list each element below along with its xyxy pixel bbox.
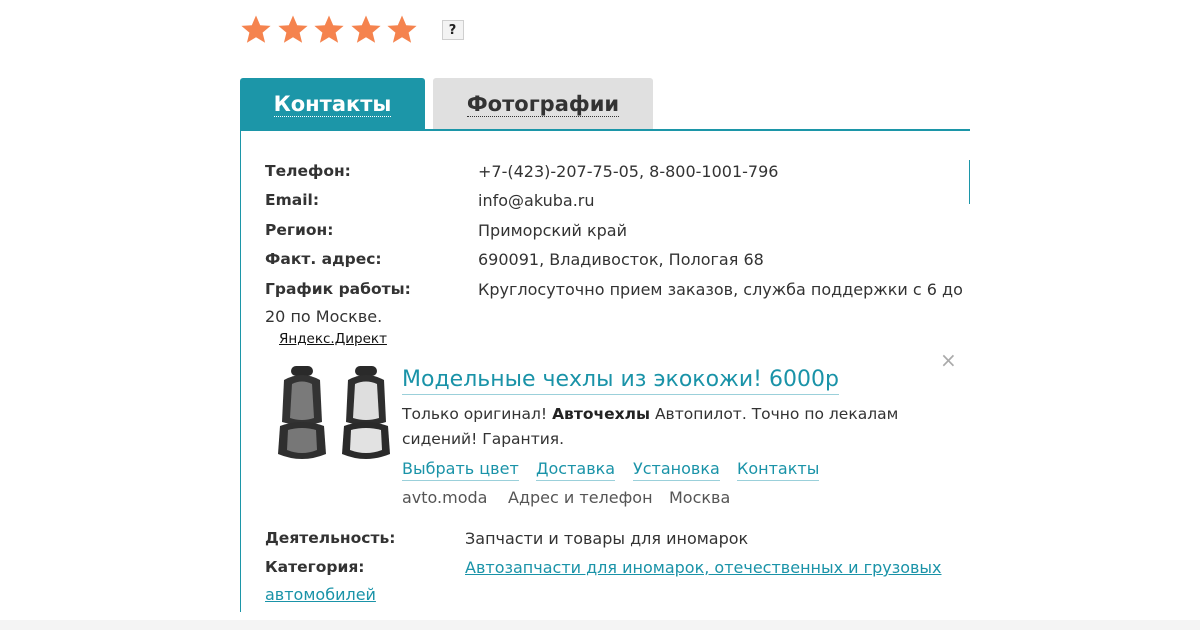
ad-title-link[interactable]: Модельные чехлы из экокожи! 6000р	[402, 366, 839, 395]
ad-desc-bold: Авточехлы	[552, 405, 651, 423]
email-label: Email:	[265, 191, 320, 209]
rating-help-button[interactable]: ?	[441, 20, 464, 40]
panel-right-border	[969, 160, 970, 204]
star-icon[interactable]	[313, 14, 345, 46]
activity-label: Деятельность:	[265, 529, 396, 547]
star-icon[interactable]	[386, 14, 418, 46]
schedule-value: Круглосуточно прием заказов, служба подд…	[478, 280, 963, 299]
region-label: Регион:	[265, 221, 334, 239]
car-seat-dark-image[interactable]	[276, 366, 328, 464]
ad-description: Только оригинал! Авточехлы Автопилот. То…	[402, 402, 942, 452]
rating-stars[interactable]: ?	[240, 12, 464, 48]
tab-contacts[interactable]: Контакты	[240, 78, 425, 130]
ad-link-installation[interactable]: Установка	[633, 458, 720, 481]
ad-city: Москва	[669, 488, 731, 507]
tab-photos[interactable]: Фотографии	[433, 78, 653, 130]
ad-address-phone[interactable]: Адрес и телефон	[508, 487, 653, 509]
star-icon[interactable]	[350, 14, 382, 46]
star-icon[interactable]	[277, 14, 309, 46]
car-seat-light-image[interactable]	[340, 366, 392, 464]
schedule-label: График работы:	[265, 280, 411, 298]
ad-link-choose-color[interactable]: Выбрать цвет	[402, 458, 519, 481]
close-icon[interactable]: ×	[940, 350, 957, 370]
address-label: Факт. адрес:	[265, 250, 382, 268]
ad-domain[interactable]: avto.moda	[402, 487, 487, 509]
category-link-continued[interactable]: автомобилей	[265, 585, 376, 604]
tab-underline	[240, 129, 970, 131]
star-icon[interactable]	[240, 14, 272, 46]
phone-label: Телефон:	[265, 162, 351, 180]
page-bottom-strip	[0, 620, 1200, 630]
tab-contacts-label: Контакты	[273, 91, 392, 117]
address-value: 690091, Владивосток, Пологая 68	[478, 250, 764, 269]
email-value[interactable]: info@akuba.ru	[478, 191, 595, 210]
region-value: Приморский край	[478, 221, 627, 240]
ad-desc-part: Только оригинал!	[402, 405, 553, 423]
tab-photos-label: Фотографии	[466, 91, 620, 117]
panel-left-border	[240, 130, 241, 612]
category-link[interactable]: Автозапчасти для иномарок, отечественных…	[465, 558, 942, 577]
ad-source-link[interactable]: Яндекс.Директ	[279, 331, 387, 347]
ad-link-contacts[interactable]: Контакты	[737, 458, 820, 481]
schedule-value-continued: 20 по Москве.	[265, 307, 383, 326]
ad-link-delivery[interactable]: Доставка	[536, 458, 616, 481]
category-label: Категория:	[265, 558, 365, 576]
phone-value: +7-(423)-207-75-05, 8-800-1001-796	[478, 162, 779, 181]
activity-value: Запчасти и товары для иномарок	[465, 529, 749, 548]
